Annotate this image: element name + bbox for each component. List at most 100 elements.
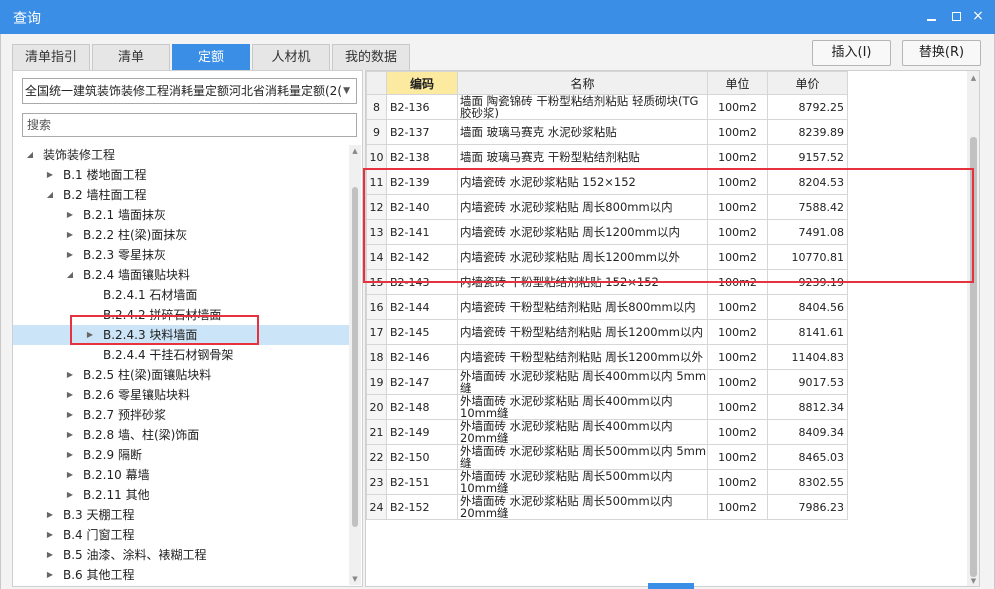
tree-item[interactable]: ◢ 装饰装修工程 <box>13 145 349 165</box>
tree-item[interactable]: ▶ B.2.6 零星镶贴块料 <box>13 385 349 405</box>
table-row[interactable]: 20 B2-148 外墙面砖 水泥砂浆粘贴 周长400mm以内 10mm缝 100m2… <box>366 394 848 420</box>
column-header-code[interactable]: 编码 <box>386 71 458 95</box>
tab-labor-material[interactable]: 人材机 <box>252 44 330 70</box>
library-select[interactable]: 全国统一建筑装饰装修工程消耗量定额河北省消耗量定额(2( ▼ <box>22 78 357 104</box>
scroll-down-icon[interactable]: ▼ <box>967 577 979 585</box>
table-row[interactable]: 14 B2-142 内墙瓷砖 水泥砂浆粘贴 周长1200mm以外 100m2 10770… <box>366 244 848 270</box>
quota-code: B2-138 <box>386 144 458 170</box>
collapsed-arrow-icon[interactable]: ▶ <box>65 245 75 265</box>
column-header-name[interactable]: 名称 <box>457 71 708 95</box>
table-row[interactable]: 23 B2-151 外墙面砖 水泥砂浆粘贴 周长500mm以内 10mm缝 100m2… <box>366 469 848 495</box>
row-number: 13 <box>366 219 387 245</box>
table-row[interactable]: 10 B2-138 墙面 玻璃马赛克 干粉型粘结剂粘贴 100m2 9157.52 <box>366 144 848 170</box>
collapsed-arrow-icon[interactable]: ▶ <box>45 565 55 585</box>
collapsed-arrow-icon[interactable]: ▶ <box>65 385 75 405</box>
expanded-arrow-icon[interactable]: ◢ <box>45 185 55 205</box>
tree-item[interactable]: B.2.4.2 拼碎石材墙面 <box>13 305 349 325</box>
table-row[interactable]: 19 B2-147 外墙面砖 水泥砂浆粘贴 周长400mm以内 5mm缝 100m2 9… <box>366 369 848 395</box>
scroll-down-icon[interactable]: ▼ <box>349 575 361 583</box>
replace-button[interactable]: 替换(R) <box>902 40 981 66</box>
search-input[interactable]: 搜索 <box>22 113 357 137</box>
scroll-up-icon[interactable]: ▲ <box>349 147 361 155</box>
minimize-icon[interactable] <box>921 6 941 26</box>
collapsed-arrow-icon[interactable]: ▶ <box>45 165 55 185</box>
quota-price: 7986.23 <box>767 494 848 520</box>
table-row[interactable]: 21 B2-149 外墙面砖 水泥砂浆粘贴 周长400mm以内 20mm缝 100m2… <box>366 419 848 445</box>
tab-quota[interactable]: 定额 <box>172 44 250 70</box>
table-row[interactable]: 22 B2-150 外墙面砖 水泥砂浆粘贴 周长500mm以内 5mm缝 100m2 8… <box>366 444 848 470</box>
quota-code: B2-147 <box>386 369 458 395</box>
tab-list-guide[interactable]: 清单指引 <box>12 44 90 70</box>
quota-price: 8812.34 <box>767 394 848 420</box>
tab-list[interactable]: 清单 <box>92 44 170 70</box>
table-row[interactable]: 18 B2-146 内墙瓷砖 干粉型粘结剂粘贴 周长1200mm以外 100m2 114… <box>366 344 848 370</box>
tree-item[interactable]: ▶ B.2.2 柱(梁)面抹灰 <box>13 225 349 245</box>
column-header-unit[interactable]: 单位 <box>707 71 768 95</box>
tree-item[interactable]: ◢ B.2.4 墙面镶贴块料 <box>13 265 349 285</box>
row-number: 11 <box>366 169 387 195</box>
tree-item[interactable]: ▶ B.1 楼地面工程 <box>13 165 349 185</box>
expanded-arrow-icon[interactable]: ◢ <box>25 145 35 165</box>
tree-item[interactable]: ▶ B.6 其他工程 <box>13 565 349 585</box>
tree-item[interactable]: ▶ B.2.3 零星抹灰 <box>13 245 349 265</box>
tree-scrollbar[interactable]: ▲ ▼ <box>349 145 361 585</box>
resize-handle[interactable] <box>648 583 694 589</box>
maximize-icon[interactable] <box>946 6 966 26</box>
expanded-arrow-icon[interactable]: ◢ <box>65 265 75 285</box>
collapsed-arrow-icon[interactable]: ▶ <box>65 405 75 425</box>
table-scrollbar[interactable]: ▲ ▼ <box>967 71 979 586</box>
table-row[interactable]: 8 B2-136 墙面 陶瓷锦砖 干粉型粘结剂粘贴 轻质砌块(TG胶砂浆) 100m2… <box>366 94 848 120</box>
tree-item[interactable]: ▶ B.2.4.3 块料墙面 <box>13 325 349 345</box>
tree-item[interactable]: ▶ B.2.8 墙、柱(梁)饰面 <box>13 425 349 445</box>
table-row[interactable]: 17 B2-145 内墙瓷砖 干粉型粘结剂粘贴 周长1200mm以内 100m2 814… <box>366 319 848 345</box>
tree-item[interactable]: ▶ B.2.7 预拌砂浆 <box>13 405 349 425</box>
tree-item[interactable]: ▶ B.2.11 其他 <box>13 485 349 505</box>
tree-item[interactable]: ◢ B.2 墙柱面工程 <box>13 185 349 205</box>
tree-item[interactable]: ▶ B.2.9 隔断 <box>13 445 349 465</box>
collapsed-arrow-icon[interactable]: ▶ <box>65 425 75 445</box>
collapsed-arrow-icon[interactable]: ▶ <box>45 525 55 545</box>
table-row[interactable]: 24 B2-152 外墙面砖 水泥砂浆粘贴 周长500mm以内 20mm缝 100m2… <box>366 494 848 520</box>
collapsed-arrow-icon[interactable]: ▶ <box>85 325 95 345</box>
quota-price: 9017.53 <box>767 369 848 395</box>
tree-scroll-thumb[interactable] <box>352 187 358 527</box>
table-body: 8 B2-136 墙面 陶瓷锦砖 干粉型粘结剂粘贴 轻质砌块(TG胶砂浆) 100m2… <box>366 94 848 520</box>
tree-item[interactable]: ▶ B.3 天棚工程 <box>13 505 349 525</box>
close-icon[interactable]: × <box>968 6 988 26</box>
title-bar: 查询 × <box>0 0 995 34</box>
table-row[interactable]: 15 B2-143 内墙瓷砖 干粉型粘结剂粘贴 152×152 100m2 9239.1… <box>366 269 848 295</box>
tree-item[interactable]: ▶ B.4 门窗工程 <box>13 525 349 545</box>
tree-item[interactable]: ▶ B.2.5 柱(梁)面镶贴块料 <box>13 365 349 385</box>
quota-price: 7491.08 <box>767 219 848 245</box>
table-scroll-thumb[interactable] <box>970 137 977 577</box>
quota-price: 10770.81 <box>767 244 848 270</box>
scroll-up-icon[interactable]: ▲ <box>967 74 979 82</box>
column-header-price[interactable]: 单价 <box>767 71 848 95</box>
quota-price: 8239.89 <box>767 119 848 145</box>
quota-code: B2-136 <box>386 94 458 120</box>
quota-unit: 100m2 <box>707 419 768 445</box>
table-row[interactable]: 11 B2-139 内墙瓷砖 水泥砂浆粘贴 152×152 100m2 8204.53 <box>366 169 848 195</box>
quota-code: B2-144 <box>386 294 458 320</box>
collapsed-arrow-icon[interactable]: ▶ <box>45 505 55 525</box>
collapsed-arrow-icon[interactable]: ▶ <box>65 365 75 385</box>
tree-item[interactable]: B.2.4.1 石材墙面 <box>13 285 349 305</box>
collapsed-arrow-icon[interactable]: ▶ <box>65 225 75 245</box>
tree-item[interactable]: ▶ B.2.1 墙面抹灰 <box>13 205 349 225</box>
collapsed-arrow-icon[interactable]: ▶ <box>65 445 75 465</box>
library-select-value: 全国统一建筑装饰装修工程消耗量定额河北省消耗量定额(2( <box>25 84 343 98</box>
table-row[interactable]: 13 B2-141 内墙瓷砖 水泥砂浆粘贴 周长1200mm以内 100m2 7491.… <box>366 219 848 245</box>
collapsed-arrow-icon[interactable]: ▶ <box>65 465 75 485</box>
tab-my-data[interactable]: 我的数据 <box>332 44 410 70</box>
tree-item[interactable]: B.2.4.4 干挂石材钢骨架 <box>13 345 349 365</box>
insert-button[interactable]: 插入(I) <box>812 40 891 66</box>
table-row[interactable]: 12 B2-140 内墙瓷砖 水泥砂浆粘贴 周长800mm以内 100m2 7588.4… <box>366 194 848 220</box>
table-row[interactable]: 16 B2-144 内墙瓷砖 干粉型粘结剂粘贴 周长800mm以内 100m2 8404… <box>366 294 848 320</box>
table-row[interactable]: 9 B2-137 墙面 玻璃马赛克 水泥砂浆粘贴 100m2 8239.89 <box>366 119 848 145</box>
collapsed-arrow-icon[interactable]: ▶ <box>65 205 75 225</box>
collapsed-arrow-icon[interactable]: ▶ <box>65 485 75 505</box>
tree-item[interactable]: ▶ B.5 油漆、涂料、裱糊工程 <box>13 545 349 565</box>
collapsed-arrow-icon[interactable]: ▶ <box>45 545 55 565</box>
quota-price: 11404.83 <box>767 344 848 370</box>
tree-item[interactable]: ▶ B.2.10 幕墙 <box>13 465 349 485</box>
